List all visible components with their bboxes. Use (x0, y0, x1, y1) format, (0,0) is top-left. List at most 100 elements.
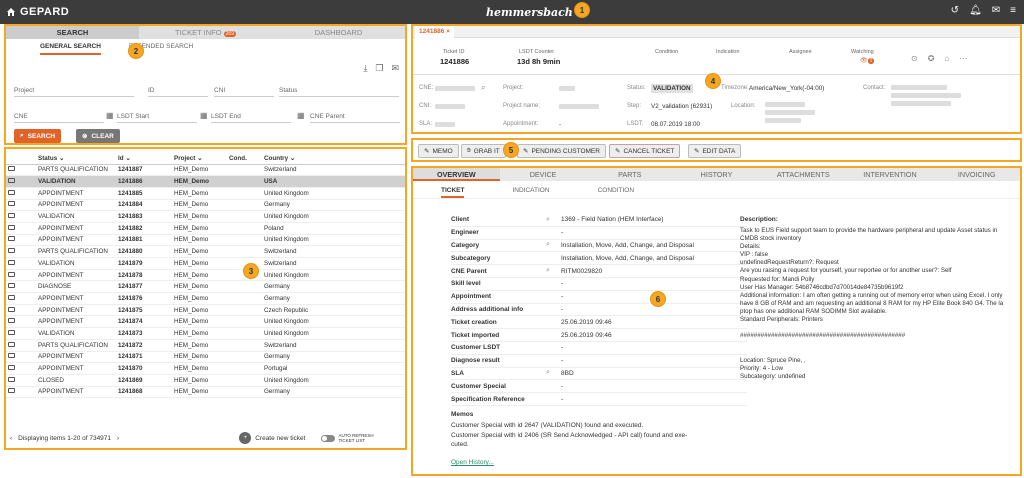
table-row[interactable]: APPOINTMENT 1241874 HEM_Demo United King… (6, 315, 405, 329)
search-button[interactable]: ⌕ SEARCH (14, 129, 62, 143)
table-row[interactable]: VALIDATION 1241879 HEM_Demo Switzerland (6, 257, 405, 270)
table-row[interactable]: VALIDATION 1241886 HEM_Demo USA (6, 175, 405, 188)
row-country: Switzerland (262, 245, 405, 258)
folder-icon (8, 178, 15, 184)
project-field[interactable]: Project (14, 87, 34, 94)
clear-button[interactable]: ⊗ CLEAR (76, 129, 120, 143)
search-icon[interactable]: ⌕ (546, 216, 561, 224)
detail-row: Appointment - (451, 291, 747, 304)
cne-field[interactable]: CNE (14, 113, 28, 120)
lsdt-end-field[interactable]: LSDT End (211, 113, 241, 120)
table-row[interactable]: APPOINTMENT 1241868 HEM_Demo Germany (6, 386, 405, 399)
table-row[interactable]: APPOINTMENT 1241884 HEM_Demo Germany (6, 199, 405, 212)
forward-icon[interactable]: ⊙ (911, 54, 918, 63)
create-ticket-icon[interactable]: + (239, 432, 252, 444)
table-row[interactable]: PARTS QUALIFICATION 1241887 HEM_Demo Swi… (6, 164, 405, 177)
tab-parts[interactable]: PARTS (586, 168, 673, 181)
overview-panel: OVERVIEW DEVICE PARTS HISTORY ATTACHMENTS INT… (411, 166, 1022, 476)
tab-invoicing[interactable]: INVOICING (933, 168, 1020, 181)
history-icon[interactable]: ↺ (951, 5, 959, 16)
prev-page-icon[interactable]: ‹ (10, 435, 12, 442)
calendar-icon[interactable]: ▦ (200, 111, 208, 120)
search-icon[interactable]: ⌕ (546, 369, 561, 377)
row-id: 1241874 (116, 315, 172, 329)
table-row[interactable]: APPOINTMENT 1241878 HEM_Demo United King… (6, 269, 405, 282)
calendar-icon[interactable]: ▦ (297, 111, 305, 120)
bell-icon[interactable]: 🔔︎ (969, 5, 982, 16)
row-country: United Kingdom (262, 269, 405, 282)
tab-intervention[interactable]: INTERVENTION (847, 168, 934, 181)
create-ticket-link[interactable]: Create new ticket (255, 435, 305, 442)
folder-icon (8, 213, 15, 219)
app-logo[interactable]: GEPARD (0, 6, 69, 18)
tab-dashboard[interactable]: DASHBOARD (272, 26, 405, 39)
subtab-ticket[interactable]: TICKET (441, 187, 465, 198)
table-row[interactable]: PARTS QUALIFICATION 1241872 HEM_Demo Swi… (6, 339, 405, 352)
contact-label: Contact: (863, 85, 886, 91)
search-icon[interactable]: ⌕ (481, 83, 485, 93)
table-row[interactable]: VALIDATION 1241873 HEM_Demo United Kingd… (6, 327, 405, 340)
row-id: 1241882 (116, 222, 172, 235)
star-icon[interactable]: ✪ (928, 54, 935, 63)
menu-icon[interactable]: ≡ (1010, 5, 1016, 16)
next-page-icon[interactable]: › (117, 435, 119, 442)
table-row[interactable]: APPOINTMENT 1241882 HEM_Demo Poland (6, 222, 405, 235)
auto-refresh-toggle[interactable] (321, 434, 336, 442)
col-id[interactable]: Id ⌄ (116, 153, 172, 165)
tab-overview[interactable]: OVERVIEW (413, 168, 500, 181)
subtab-condition[interactable]: CONDITION (598, 187, 634, 198)
ticket-tab[interactable]: 1241886 × (415, 26, 454, 38)
tab-search[interactable]: SEARCH (6, 26, 139, 39)
watching-indicator[interactable]: 👁︎ 1 (860, 57, 875, 64)
open-history-link[interactable]: Open History... (451, 459, 494, 466)
table-row[interactable]: APPOINTMENT 1241871 HEM_Demo Germany (6, 351, 405, 364)
table-row[interactable]: APPOINTMENT 1241875 HEM_Demo Czech Repub… (6, 304, 405, 317)
search-icon[interactable]: ⌕ (546, 267, 561, 275)
tab-ticket-info[interactable]: TICKET INFO 269 (139, 26, 272, 39)
status-field[interactable]: Status (279, 87, 297, 94)
row-project: HEM_Demo (172, 327, 227, 340)
row-country: United Kingdom (262, 187, 405, 200)
col-status[interactable]: Status ⌄ (36, 153, 116, 165)
download-icon[interactable]: ⤓ (363, 63, 367, 74)
search-icon[interactable]: ⌕ (546, 241, 561, 249)
subtab-general-search[interactable]: GENERAL SEARCH (40, 43, 101, 55)
cne-parent-field[interactable]: CNE Parent (310, 113, 345, 120)
row-project: HEM_Demo (172, 351, 227, 364)
lsdt-start-field[interactable]: LSDT Start (117, 113, 149, 120)
calendar-icon[interactable]: ▦ (106, 111, 114, 120)
id-field[interactable]: ID (148, 87, 155, 94)
detail-row: Address additional info - (451, 304, 747, 317)
tab-device[interactable]: DEVICE (500, 168, 587, 181)
copy-icon[interactable]: ❐ (375, 63, 383, 74)
table-row[interactable]: APPOINTMENT 1241881 HEM_Demo United King… (6, 234, 405, 247)
edit-data-button[interactable]: ✎ EDIT DATA (688, 144, 742, 158)
pending-customer-button[interactable]: ✎ PENDING CUSTOMER (517, 144, 606, 158)
tab-attachments[interactable]: ATTACHMENTS (760, 168, 847, 181)
table-row[interactable]: DIAGNOSE 1241877 HEM_Demo Germany (6, 280, 405, 294)
col-country[interactable]: Country ⌄ (262, 153, 405, 165)
cancel-ticket-button[interactable]: ✎ CANCEL TICKET (609, 144, 681, 158)
row-project: HEM_Demo (172, 269, 227, 282)
table-row[interactable]: PARTS QUALIFICATION 1241880 HEM_Demo Swi… (6, 245, 405, 258)
cni-field[interactable]: CNI (214, 87, 225, 94)
table-row[interactable]: APPOINTMENT 1241885 HEM_Demo United King… (6, 187, 405, 200)
memo-button[interactable]: ✎ MEMO (418, 144, 459, 158)
email-icon[interactable]: ✉ (391, 63, 399, 74)
row-id: 1241879 (116, 257, 172, 270)
row-status: DIAGNOSE (36, 280, 116, 294)
tab-history[interactable]: HISTORY (673, 168, 760, 181)
table-row[interactable]: APPOINTMENT 1241876 HEM_Demo Germany (6, 292, 405, 305)
table-row[interactable]: VALIDATION 1241883 HEM_Demo United Kingd… (6, 210, 405, 223)
table-row[interactable]: APPOINTMENT 1241870 HEM_Demo Portugal (6, 362, 405, 375)
grab-it-button[interactable]: ✋︎ GRAB IT (461, 144, 506, 158)
row-country: Germany (262, 280, 405, 294)
table-row[interactable]: CLOSED 1241869 HEM_Demo United Kingdom (6, 374, 405, 387)
row-country: Germany (262, 386, 405, 399)
col-project[interactable]: Project ⌄ (172, 153, 227, 165)
lock-icon[interactable]: ⌂ (944, 54, 949, 63)
subtab-indication[interactable]: INDICATION (512, 187, 549, 198)
mail-icon[interactable]: ✉ (992, 5, 1000, 16)
more-icon[interactable]: ⋯ (959, 54, 967, 63)
col-cond[interactable]: Cond. (227, 153, 262, 165)
